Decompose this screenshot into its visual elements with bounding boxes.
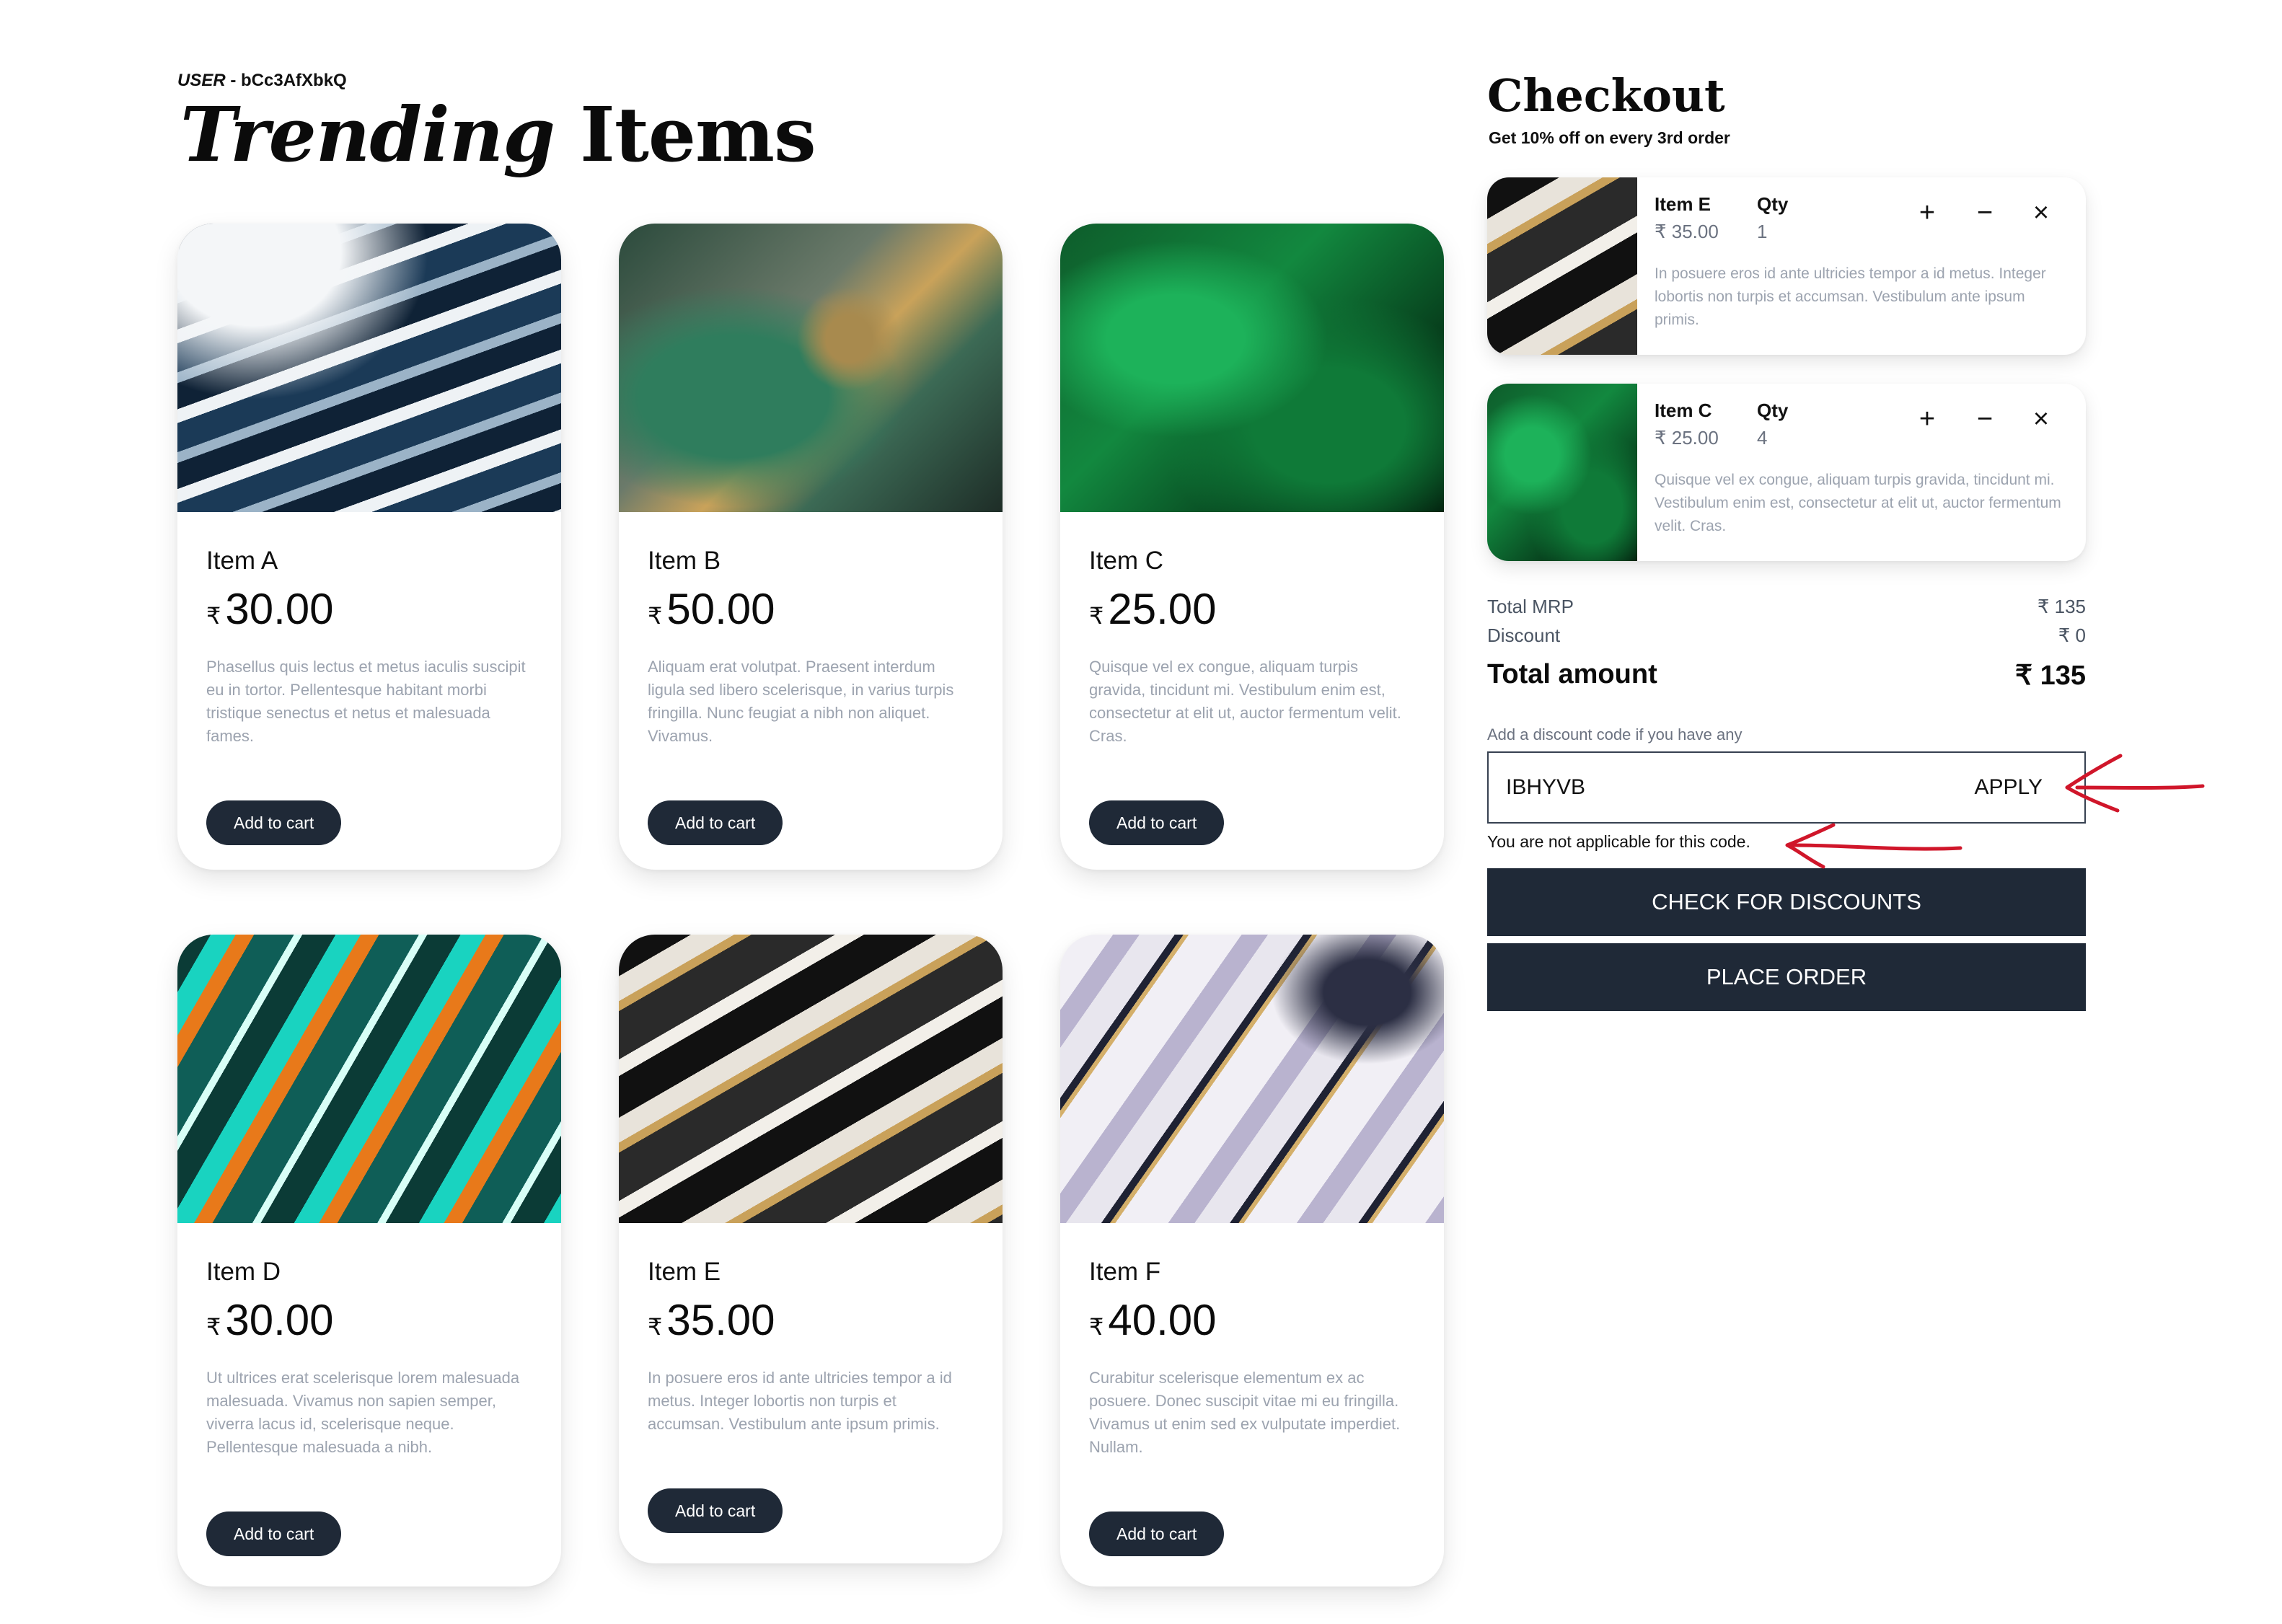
add-to-cart-button[interactable]: Add to cart: [1089, 800, 1225, 845]
discount-value: ₹ 0: [2058, 625, 2086, 646]
currency-symbol: ₹: [1089, 1314, 1104, 1340]
product-name: Item E: [648, 1258, 721, 1286]
product-description: Aliquam erat volutpat. Praesent interdum…: [648, 658, 954, 745]
price-value: 30.00: [225, 585, 334, 633]
page-title-rest: Items: [554, 90, 816, 179]
product-description: Ut ultrices erat scelerisque lorem males…: [206, 1369, 520, 1456]
qty-value: 1: [1757, 221, 1768, 242]
discount-code-label: Add a discount code if you have any: [1487, 725, 1743, 743]
total-amount-label: Total amount: [1487, 659, 1657, 689]
product-card-f: Item F ₹40.00 Curabitur scelerisque elem…: [1060, 935, 1444, 1587]
minus-icon[interactable]: −: [1970, 405, 1999, 433]
currency-symbol: ₹: [206, 1314, 221, 1340]
product-image: [1060, 935, 1444, 1223]
cart-item-e: Item E ₹ 35.00 Qty 1 + − × In posuere er…: [1487, 177, 2086, 355]
place-order-button[interactable]: PLACE ORDER: [1487, 943, 2086, 1011]
price-value: 40.00: [1108, 1296, 1217, 1344]
add-to-cart-button[interactable]: Add to cart: [1089, 1512, 1225, 1556]
user-label: USER: [177, 71, 226, 90]
product-price: ₹40.00: [1089, 1295, 1415, 1345]
user-id: bCc3AfXbkQ: [241, 71, 347, 90]
product-name: Item F: [1089, 1258, 1161, 1286]
discount-row: Discount ₹ 0: [1487, 625, 2086, 647]
cart-item-price: ₹ 25.00: [1655, 427, 1719, 449]
discount-label: Discount: [1487, 625, 1561, 646]
discount-error-message: You are not applicable for this code.: [1487, 832, 1750, 851]
currency-symbol: ₹: [648, 603, 663, 629]
product-name: Item D: [206, 1258, 281, 1286]
add-to-cart-button[interactable]: Add to cart: [648, 1488, 783, 1533]
cart-item-price: ₹ 35.00: [1655, 221, 1719, 242]
total-mrp-value: ₹ 135: [2037, 596, 2086, 617]
close-icon[interactable]: ×: [2027, 199, 2056, 226]
page-title: Trending Items: [180, 88, 816, 182]
product-image: [619, 224, 1003, 512]
add-to-cart-button[interactable]: Add to cart: [206, 1512, 342, 1556]
close-icon[interactable]: ×: [2027, 405, 2056, 433]
cart-item-thumbnail: [1487, 177, 1637, 355]
total-mrp-label: Total MRP: [1487, 596, 1574, 617]
product-image: [177, 224, 561, 512]
product-price: ₹30.00: [206, 1295, 532, 1345]
currency-symbol: ₹: [1089, 603, 1104, 629]
product-description: Phasellus quis lectus et metus iaculis s…: [206, 658, 526, 745]
price-value: 35.00: [666, 1296, 775, 1344]
price-value: 25.00: [1108, 585, 1217, 633]
product-image: [619, 935, 1003, 1223]
qty-label: Qty: [1757, 400, 1789, 421]
product-description: Curabitur scelerisque elementum ex ac po…: [1089, 1369, 1401, 1456]
user-separator: -: [225, 71, 242, 90]
product-name: Item C: [1089, 547, 1164, 575]
discount-code-input[interactable]: [1506, 775, 1867, 800]
check-for-discounts-button[interactable]: CHECK FOR DISCOUNTS: [1487, 868, 2086, 936]
product-image: [1060, 224, 1444, 512]
product-card-e: Item E ₹35.00 In posuere eros id ante ul…: [619, 935, 1003, 1563]
product-name: Item B: [648, 547, 721, 575]
page-title-italic: Trending: [180, 90, 555, 179]
product-description: In posuere eros id ante ultricies tempor…: [648, 1369, 952, 1433]
product-price: ₹25.00: [1089, 584, 1415, 634]
currency-symbol: ₹: [206, 603, 221, 629]
qty-value: 4: [1757, 427, 1768, 449]
minus-icon[interactable]: −: [1970, 199, 1999, 226]
product-price: ₹50.00: [648, 584, 974, 634]
checkout-subtitle: Get 10% off on every 3rd order: [1489, 128, 1730, 147]
plus-icon[interactable]: +: [1913, 199, 1942, 226]
product-card-c: Item C ₹25.00 Quisque vel ex congue, ali…: [1060, 224, 1444, 870]
add-to-cart-button[interactable]: Add to cart: [206, 800, 342, 845]
currency-symbol: ₹: [648, 1314, 663, 1340]
price-value: 50.00: [666, 585, 775, 633]
cart-item-name: Item E: [1655, 193, 1712, 215]
plus-icon[interactable]: +: [1913, 405, 1942, 433]
product-name: Item A: [206, 547, 278, 575]
cart-item-thumbnail: [1487, 384, 1637, 561]
qty-label: Qty: [1757, 193, 1789, 215]
cart-item-name: Item C: [1655, 400, 1712, 421]
product-card-a: Item A ₹30.00 Phasellus quis lectus et m…: [177, 224, 561, 870]
cart-item-description: In posuere eros id ante ultricies tempor…: [1655, 265, 2046, 328]
total-amount-value: ₹ 135: [2014, 661, 2086, 691]
product-price: ₹30.00: [206, 584, 532, 634]
apply-button[interactable]: APPLY: [1975, 775, 2043, 800]
cart-item-description: Quisque vel ex congue, aliquam turpis gr…: [1655, 472, 2061, 534]
discount-code-box: APPLY: [1487, 751, 2086, 824]
product-description: Quisque vel ex congue, aliquam turpis gr…: [1089, 658, 1401, 745]
product-price: ₹35.00: [648, 1295, 974, 1345]
product-card-b: Item B ₹50.00 Aliquam erat volutpat. Pra…: [619, 224, 1003, 870]
total-amount-row: Total amount ₹ 135: [1487, 659, 2086, 692]
product-card-d: Item D ₹30.00 Ut ultrices erat scelerisq…: [177, 935, 561, 1587]
add-to-cart-button[interactable]: Add to cart: [648, 800, 783, 845]
cart-item-c: Item C ₹ 25.00 Qty 4 + − × Quisque vel e…: [1487, 384, 2086, 561]
checkout-title: Checkout: [1487, 69, 1725, 122]
product-image: [177, 935, 561, 1223]
price-value: 30.00: [225, 1296, 334, 1344]
total-mrp-row: Total MRP ₹ 135: [1487, 596, 2086, 618]
